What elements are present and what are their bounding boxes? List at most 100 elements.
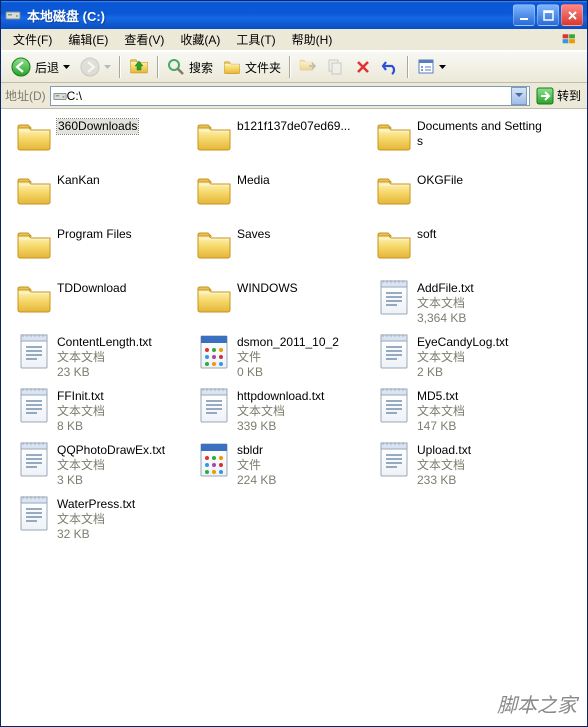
up-button[interactable] bbox=[125, 55, 153, 79]
menu-bar: 文件(F) 编辑(E) 查看(V) 收藏(A) 工具(T) 帮助(H) bbox=[1, 29, 587, 51]
file-item[interactable]: MD5.txt文本文档147 KB bbox=[371, 385, 551, 439]
close-button[interactable] bbox=[561, 4, 583, 26]
folder-item[interactable]: TDDownload bbox=[11, 277, 191, 331]
item-name: Documents and Settings bbox=[417, 119, 547, 149]
item-name: Media bbox=[237, 173, 270, 188]
window-controls bbox=[513, 4, 583, 26]
window-title: 本地磁盘 (C:) bbox=[27, 6, 507, 25]
item-type: 文本文档 bbox=[417, 350, 508, 365]
file-item[interactable]: AddFile.txt文本文档3,364 KB bbox=[371, 277, 551, 331]
item-name: Upload.txt bbox=[417, 443, 471, 458]
menu-edit[interactable]: 编辑(E) bbox=[60, 29, 116, 50]
item-type: 文本文档 bbox=[57, 350, 152, 365]
copy-to-button[interactable] bbox=[323, 55, 349, 79]
watermark: 脚本之家 bbox=[497, 689, 577, 718]
text-file-icon bbox=[377, 441, 411, 479]
item-size: 147 KB bbox=[417, 419, 465, 434]
item-size: 23 KB bbox=[57, 365, 152, 380]
back-label: 后退 bbox=[35, 59, 59, 76]
title-bar[interactable]: 本地磁盘 (C:) bbox=[1, 1, 587, 29]
item-name: Saves bbox=[237, 227, 270, 242]
file-list[interactable]: 360Downloadsb121f137de07ed69... Documents… bbox=[1, 109, 587, 726]
item-type: 文本文档 bbox=[57, 512, 135, 527]
folder-item[interactable]: b121f137de07ed69... bbox=[191, 115, 371, 169]
file-item[interactable]: WaterPress.txt文本文档32 KB bbox=[11, 493, 191, 547]
folder-icon bbox=[376, 120, 412, 152]
file-item[interactable]: sbldr文件224 KB bbox=[191, 439, 371, 493]
move-to-button[interactable] bbox=[295, 55, 321, 79]
menu-favorites[interactable]: 收藏(A) bbox=[172, 29, 228, 50]
file-item[interactable]: ContentLength.txt文本文档23 KB bbox=[11, 331, 191, 385]
item-size: 224 KB bbox=[237, 473, 276, 488]
folder-item[interactable]: soft bbox=[371, 223, 551, 277]
folder-icon bbox=[196, 174, 232, 206]
folder-icon bbox=[16, 228, 52, 260]
item-name: soft bbox=[417, 227, 436, 242]
file-item[interactable]: Upload.txt文本文档233 KB bbox=[371, 439, 551, 493]
forward-button[interactable] bbox=[76, 55, 115, 79]
drive-icon bbox=[5, 7, 21, 23]
delete-button[interactable] bbox=[351, 55, 375, 79]
folder-item[interactable]: Saves bbox=[191, 223, 371, 277]
address-input-wrapper[interactable] bbox=[50, 86, 530, 106]
chevron-down-icon bbox=[63, 65, 70, 70]
generic-file-icon bbox=[197, 441, 231, 479]
item-type: 文件 bbox=[237, 350, 339, 365]
file-item[interactable]: QQPhotoDrawEx.txt文本文档3 KB bbox=[11, 439, 191, 493]
text-file-icon bbox=[17, 387, 51, 425]
item-size: 233 KB bbox=[417, 473, 471, 488]
folder-item[interactable]: WINDOWS bbox=[191, 277, 371, 331]
item-size: 0 KB bbox=[237, 365, 339, 380]
file-item[interactable]: FFInit.txt文本文档8 KB bbox=[11, 385, 191, 439]
separator bbox=[157, 56, 159, 78]
item-size: 3 KB bbox=[57, 473, 165, 488]
search-icon bbox=[167, 58, 185, 76]
menu-help[interactable]: 帮助(H) bbox=[284, 29, 341, 50]
go-button[interactable]: 转到 bbox=[534, 86, 583, 106]
folder-icon bbox=[196, 282, 232, 314]
minimize-button[interactable] bbox=[513, 4, 535, 26]
go-label: 转到 bbox=[557, 87, 581, 104]
menu-file[interactable]: 文件(F) bbox=[5, 29, 60, 50]
item-name: ContentLength.txt bbox=[57, 335, 152, 350]
file-item[interactable]: dsmon_2011_10_2文件0 KB bbox=[191, 331, 371, 385]
file-item[interactable]: EyeCandyLog.txt文本文档2 KB bbox=[371, 331, 551, 385]
text-file-icon bbox=[197, 387, 231, 425]
file-item[interactable]: httpdownload.txt文本文档339 KB bbox=[191, 385, 371, 439]
folders-button[interactable]: 文件夹 bbox=[219, 55, 285, 79]
menu-tools[interactable]: 工具(T) bbox=[228, 29, 283, 50]
views-button[interactable] bbox=[413, 55, 450, 79]
back-button[interactable]: 后退 bbox=[7, 55, 74, 79]
up-folder-icon bbox=[129, 57, 149, 77]
item-type: 文本文档 bbox=[417, 404, 465, 419]
folder-icon bbox=[196, 228, 232, 260]
maximize-button[interactable] bbox=[537, 4, 559, 26]
item-name: Program Files bbox=[57, 227, 132, 242]
address-dropdown[interactable] bbox=[511, 87, 527, 105]
folder-item[interactable]: Program Files bbox=[11, 223, 191, 277]
folder-item[interactable]: OKGFile bbox=[371, 169, 551, 223]
separator bbox=[407, 56, 409, 78]
text-file-icon bbox=[377, 279, 411, 317]
item-size: 3,364 KB bbox=[417, 311, 474, 326]
separator bbox=[119, 56, 121, 78]
folder-item[interactable]: Media bbox=[191, 169, 371, 223]
folder-icon bbox=[16, 282, 52, 314]
item-name: MD5.txt bbox=[417, 389, 465, 404]
undo-button[interactable] bbox=[377, 55, 403, 79]
folder-item[interactable]: 360Downloads bbox=[11, 115, 191, 169]
menu-view[interactable]: 查看(V) bbox=[116, 29, 172, 50]
toolbar: 后退 搜索 文件夹 bbox=[1, 51, 587, 83]
item-name: FFInit.txt bbox=[57, 389, 105, 404]
folder-item[interactable]: KanKan bbox=[11, 169, 191, 223]
folder-item[interactable]: Documents and Settings bbox=[371, 115, 551, 169]
text-file-icon bbox=[377, 333, 411, 371]
generic-file-icon bbox=[197, 333, 231, 371]
chevron-down-icon bbox=[104, 65, 111, 70]
separator bbox=[289, 56, 291, 78]
search-button[interactable]: 搜索 bbox=[163, 55, 217, 79]
address-input[interactable] bbox=[67, 89, 511, 103]
delete-icon bbox=[355, 59, 371, 75]
chevron-down-icon bbox=[439, 65, 446, 70]
window: 本地磁盘 (C:) 文件(F) 编辑(E) 查看(V) 收藏(A) 工具(T) … bbox=[0, 0, 588, 727]
